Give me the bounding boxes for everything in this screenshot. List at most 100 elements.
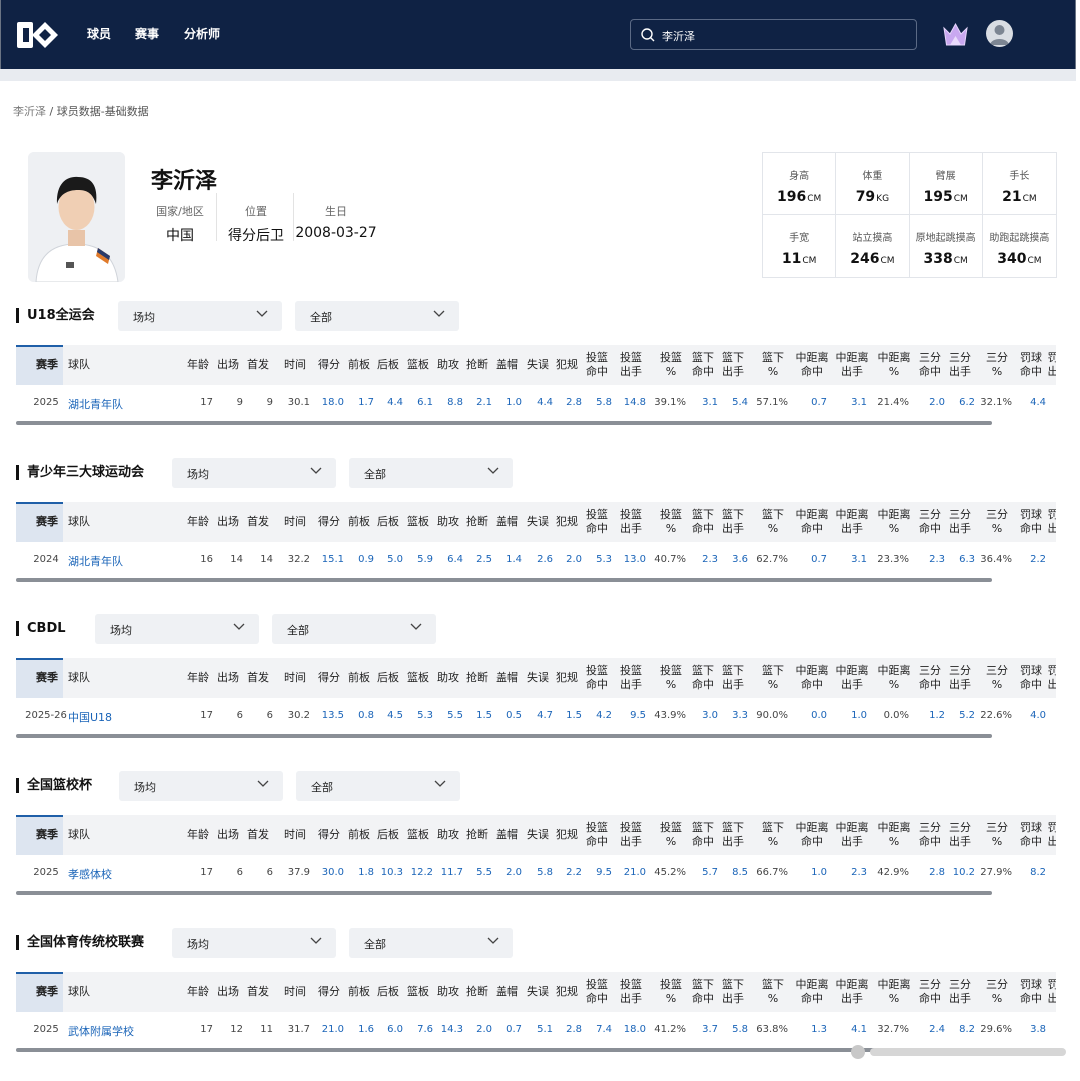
column-header[interactable]: 球队 (68, 515, 114, 529)
stat-cell[interactable]: 1.3 (787, 1024, 827, 1035)
horizontal-scrollbar[interactable] (16, 734, 992, 738)
column-header[interactable]: 赛季 (24, 828, 70, 842)
column-header[interactable]: 罚 出 (1030, 978, 1057, 1006)
stat-cell[interactable]: 9.5 (606, 710, 646, 721)
measure-height: 身高 196CM (763, 153, 837, 215)
site-logo[interactable] (15, 19, 61, 51)
column-header[interactable]: 中距离 出手 (829, 508, 875, 536)
measure-unit: CM (880, 256, 895, 266)
column-header[interactable]: 中距离 出手 (829, 351, 875, 379)
team-link[interactable]: 湖北青年队 (68, 396, 178, 412)
player-photo (28, 152, 125, 282)
scope-dropdown[interactable]: 全部 (272, 614, 436, 644)
scope-dropdown[interactable]: 全部 (296, 771, 460, 801)
horizontal-scrollbar[interactable] (16, 421, 992, 425)
horizontal-scrollbar[interactable] (16, 1048, 992, 1052)
column-header[interactable]: 中距离 出手 (829, 978, 875, 1006)
divider (293, 193, 294, 241)
scope-dropdown[interactable]: 全部 (295, 301, 459, 331)
column-header[interactable]: 罚 出 (1030, 508, 1057, 536)
column-header[interactable]: 球队 (68, 358, 114, 372)
section-title: U18全运会 (16, 308, 95, 323)
nav-events[interactable]: 赛事 (135, 25, 159, 42)
column-header[interactable]: 赛季 (24, 515, 70, 529)
measure-running-vertical: 助跑起跳摸高 340CM (983, 215, 1056, 277)
measure-value: 21 (1002, 189, 1022, 205)
measure-standing-vertical: 原地起跳摸高 338CM (910, 215, 983, 277)
stat-cell[interactable]: 5.2 (935, 710, 975, 721)
stat-cell[interactable]: 0.7 (787, 554, 827, 565)
stat-cell[interactable]: 5.8 (708, 1024, 748, 1035)
stat-type-dropdown[interactable]: 场均 (119, 771, 283, 801)
column-header[interactable]: 罚 出 (1030, 821, 1057, 849)
stat-type-dropdown[interactable]: 场均 (95, 614, 259, 644)
stats-table: 赛季 球队 年龄 出场 首发 时间 得分 前板 后板 篮板 助攻 抢断 盖帽 失误 犯规 投篮 命中 投篮 出手… (16, 815, 1056, 895)
stat-cell[interactable]: 4.1 (827, 1024, 867, 1035)
stat-cell: 62.7% (756, 554, 788, 565)
stat-cell[interactable]: 21.0 (606, 867, 646, 878)
column-header[interactable]: 中距离 出手 (829, 664, 875, 692)
breadcrumb: 李沂泽 / 球员数据-基础数据 (13, 103, 149, 119)
table-header: 赛季 球队 年龄 出场 首发 时间 得分 前板 后板 篮板 助攻 抢断 盖帽 失误 犯规 投篮 命中 投篮 出手… (16, 502, 1056, 542)
column-header[interactable]: 球队 (68, 671, 114, 685)
column-header[interactable]: 中距离 出手 (829, 821, 875, 849)
scope-dropdown[interactable]: 全部 (349, 458, 513, 488)
horizontal-scrollbar[interactable] (16, 578, 992, 582)
stat-cell[interactable]: 6.2 (935, 397, 975, 408)
stat-cell[interactable]: 0.7 (787, 397, 827, 408)
team-link[interactable]: 湖北青年队 (68, 553, 178, 569)
stat-cell[interactable]: 4.4 (1006, 397, 1046, 408)
measure-hand-length: 手长 21CM (982, 153, 1056, 215)
stat-type-dropdown[interactable]: 场均 (172, 458, 336, 488)
measure-unit: CM (802, 256, 817, 266)
measure-label: 助跑起跳摸高 (989, 233, 1050, 244)
stat-cell[interactable]: 8.5 (708, 867, 748, 878)
team-link[interactable]: 孝感体校 (68, 866, 178, 882)
stat-type-dropdown[interactable]: 场均 (172, 928, 336, 958)
column-header[interactable]: 球队 (68, 828, 114, 842)
column-header[interactable]: 罚 出 (1030, 664, 1057, 692)
stat-cell[interactable]: 2.3 (827, 867, 867, 878)
stat-cell[interactable]: 13.0 (606, 554, 646, 565)
column-header[interactable]: 罚 出 (1030, 351, 1057, 379)
nav-players[interactable]: 球员 (87, 25, 111, 42)
user-avatar-icon[interactable] (986, 20, 1013, 47)
measure-label: 站立摸高 (852, 233, 893, 244)
stat-cell[interactable]: 1.0 (827, 710, 867, 721)
stat-cell[interactable]: 8.2 (935, 1024, 975, 1035)
stat-cell[interactable]: 3.6 (708, 554, 748, 565)
stat-cell[interactable]: 3.1 (827, 554, 867, 565)
column-header[interactable]: 赛季 (24, 671, 70, 685)
stat-cell[interactable]: 10.2 (935, 867, 975, 878)
stat-cell[interactable]: 3.3 (708, 710, 748, 721)
team-link[interactable]: 中国U18 (68, 709, 178, 725)
stat-type-dropdown[interactable]: 场均 (118, 301, 282, 331)
stat-cell[interactable]: 4.0 (1006, 710, 1046, 721)
stats-table: 赛季 球队 年龄 出场 首发 时间 得分 前板 后板 篮板 助攻 抢断 盖帽 失误 犯规 投篮 命中 投篮 出手… (16, 658, 1056, 738)
stat-cell[interactable]: 6.3 (935, 554, 975, 565)
stat-cell[interactable]: 3.8 (1006, 1024, 1046, 1035)
nav-analysts[interactable]: 分析师 (184, 25, 220, 42)
stat-section: CBDL 场均 全部 赛季 球队 年龄 出场 首发 时间 得分 前板 后板 篮板 助攻 抢断 盖帽 失误 犯规 投篮… (0, 614, 1080, 738)
column-header[interactable]: 赛季 (24, 985, 70, 999)
team-link[interactable]: 武体附属学校 (68, 1023, 178, 1039)
stat-cell[interactable]: 3.1 (827, 397, 867, 408)
stat-cell[interactable]: 0.0 (787, 710, 827, 721)
stats-table: 赛季 球队 年龄 出场 首发 时间 得分 前板 后板 篮板 助攻 抢断 盖帽 失误 犯规 投篮 命中 投篮 出手… (16, 502, 1056, 582)
chevron-down-icon (257, 780, 269, 787)
stat-cell[interactable]: 8.2 (1006, 867, 1046, 878)
stat-cell[interactable]: 2.2 (1006, 554, 1046, 565)
stat-cell[interactable]: 5.4 (708, 397, 748, 408)
stat-cell[interactable]: 1.0 (787, 867, 827, 878)
breadcrumb-player[interactable]: 李沂泽 (13, 105, 46, 118)
measure-standing-reach: 站立摸高 246CM (836, 215, 910, 277)
column-header[interactable]: 赛季 (24, 358, 70, 372)
scope-dropdown[interactable]: 全部 (349, 928, 513, 958)
horizontal-scrollbar[interactable] (16, 891, 992, 895)
column-header[interactable]: 球队 (68, 985, 114, 999)
search-input[interactable]: 李沂泽 (630, 19, 917, 50)
vip-crown-icon[interactable] (941, 20, 970, 49)
search-icon (641, 28, 655, 42)
stat-cell[interactable]: 14.8 (606, 397, 646, 408)
stat-cell[interactable]: 18.0 (606, 1024, 646, 1035)
